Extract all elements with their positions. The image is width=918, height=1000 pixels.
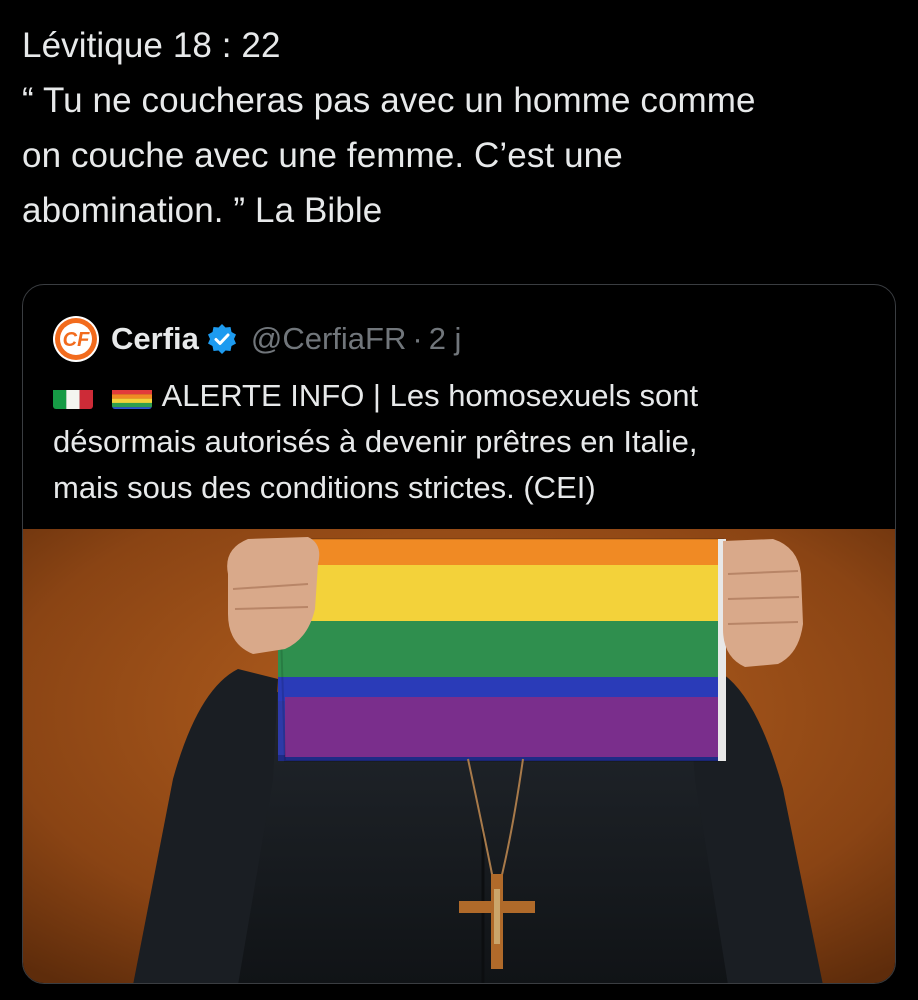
quoted-tweet-header: CF Cerfia @CerfiaFR · 2 j: [53, 315, 461, 363]
tweet-text-line: abomination. ” La Bible: [22, 191, 383, 230]
rainbow-flag-icon: [111, 383, 152, 409]
quoted-tweet-text: ALERTE INFO | Les homosexuels sont désor…: [53, 373, 873, 511]
tweet-text: Lévitique 18 : 22 “ Tu ne coucheras pas …: [22, 18, 892, 238]
cerfia-logo-icon[interactable]: CF: [53, 316, 99, 362]
photo-priest-rainbow-flag: [23, 529, 895, 983]
tweet-media-photo[interactable]: [23, 529, 895, 983]
tweet-text-line: “ Tu ne coucheras pas avec un homme comm…: [22, 81, 756, 120]
italy-flag-icon: [53, 383, 93, 409]
display-name[interactable]: Cerfia: [111, 321, 199, 357]
avatar-text: CF: [63, 329, 90, 351]
quoted-text-line-1: ALERTE INFO | Les homosexuels sont: [53, 373, 873, 419]
separator-dot: ·: [412, 321, 423, 356]
quoted-text-line-2: désormais autorisés à devenir prêtres en…: [53, 424, 698, 459]
tweet-text-line: Lévitique 18 : 22: [22, 26, 281, 65]
quoted-text-line-3: mais sous des conditions strictes. (CEI): [53, 470, 596, 505]
tweet-text-line: on couche avec une femme. C’est une: [22, 136, 623, 175]
quoted-text: ALERTE INFO | Les homosexuels sont: [161, 378, 699, 413]
handle[interactable]: @CerfiaFR: [251, 321, 406, 357]
tweet-page: Lévitique 18 : 22 “ Tu ne coucheras pas …: [0, 0, 918, 1000]
timestamp[interactable]: 2 j: [429, 321, 462, 357]
quoted-tweet-card[interactable]: CF Cerfia @CerfiaFR · 2 j ALERTE INFO | …: [22, 284, 896, 984]
verified-badge-icon: [207, 324, 236, 354]
